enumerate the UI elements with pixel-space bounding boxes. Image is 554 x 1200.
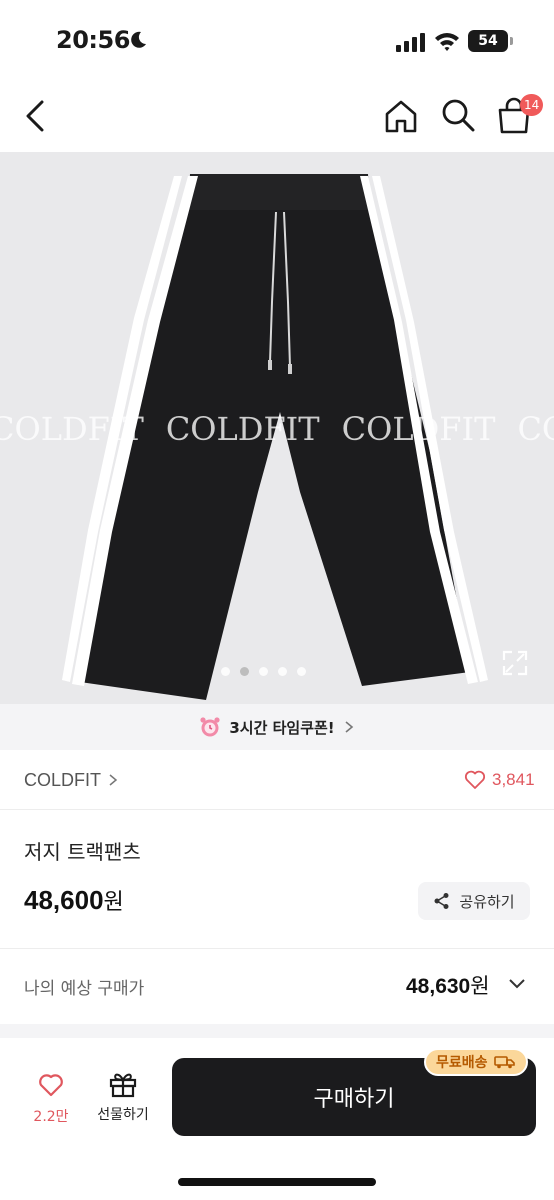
chevron-down-icon[interactable] [508, 978, 526, 990]
carousel-dot[interactable] [277, 667, 287, 676]
share-button[interactable]: 공유하기 [418, 882, 530, 920]
free-shipping-label: 무료배송 [436, 1055, 488, 1071]
app-header [0, 78, 554, 152]
watermark-text: COLDFIT [341, 410, 496, 448]
brand-row: COLDFIT 3,841 [0, 750, 554, 810]
free-shipping-badge: 무료배송 [424, 1048, 528, 1076]
watermark-text: COLDFIT [0, 410, 144, 448]
carousel-dot-active[interactable] [239, 667, 249, 676]
product-title: 저지 트랙팬츠 [24, 840, 141, 864]
watermark-text: COLDFIT [165, 410, 320, 448]
battery-level: 54 [478, 33, 498, 49]
battery-indicator: 54 [468, 30, 508, 52]
bottom-action-bar: 2.2만 선물하기 구매하기 무료배송 [0, 1038, 554, 1200]
product-price: 48,600원 [24, 884, 124, 916]
gift-icon [109, 1073, 137, 1098]
expected-price-unit: 원 [470, 975, 490, 998]
chevron-right-icon [345, 721, 353, 733]
signal-icon [396, 33, 425, 52]
brand-like-count: 3,841 [492, 770, 535, 789]
cart-count-badge: 14 [520, 94, 544, 116]
share-icon [434, 893, 449, 909]
product-image-carousel[interactable]: COLDFIT COLDFIT COLDFIT COLDFIT [0, 152, 554, 704]
expected-price-label: 나의 예상 구매가 [24, 979, 145, 999]
wishlist-button[interactable]: 2.2만 [22, 1072, 80, 1130]
brand-name-link[interactable]: COLDFIT [24, 770, 101, 791]
search-icon[interactable] [440, 97, 476, 133]
expand-icon[interactable] [502, 650, 528, 676]
status-time: 20:56 [56, 26, 130, 54]
expected-price-row[interactable]: 나의 예상 구매가 48,630원 [0, 950, 554, 1024]
gift-label: 선물하기 [97, 1107, 149, 1123]
wifi-icon [435, 33, 459, 51]
brand-watermark: COLDFIT COLDFIT COLDFIT COLDFIT [0, 410, 554, 448]
battery-cap [510, 37, 513, 45]
carousel-indicator [0, 667, 554, 676]
carousel-dot[interactable] [258, 667, 268, 676]
chevron-right-icon [109, 774, 118, 786]
carousel-dot[interactable] [296, 667, 306, 676]
divider [0, 948, 554, 949]
time-coupon-banner[interactable]: 3시간 타임쿠폰! [0, 704, 554, 750]
gift-button[interactable]: 선물하기 [90, 1070, 156, 1130]
price-value: 48,600 [24, 885, 104, 915]
section-gap [0, 1024, 554, 1038]
watermark-text: COLDFIT [517, 410, 554, 448]
share-label: 공유하기 [459, 892, 515, 911]
moon-icon [131, 31, 146, 48]
price-unit: 원 [103, 889, 124, 914]
status-bar: 20:56 54 [0, 0, 554, 78]
coupon-label: 3시간 타임쿠폰! [229, 718, 335, 737]
truck-icon [493, 1056, 515, 1069]
expected-price-number: 48,630 [406, 975, 471, 998]
carousel-dot[interactable] [220, 667, 230, 676]
wishlist-count: 2.2만 [33, 1109, 69, 1125]
back-icon[interactable] [18, 96, 52, 136]
expected-price-value: 48,630원 [406, 970, 490, 1000]
heart-icon [39, 1074, 63, 1097]
alarm-clock-icon [200, 717, 220, 737]
home-icon[interactable] [382, 97, 420, 135]
home-indicator [178, 1178, 376, 1186]
heart-icon[interactable] [464, 770, 486, 790]
